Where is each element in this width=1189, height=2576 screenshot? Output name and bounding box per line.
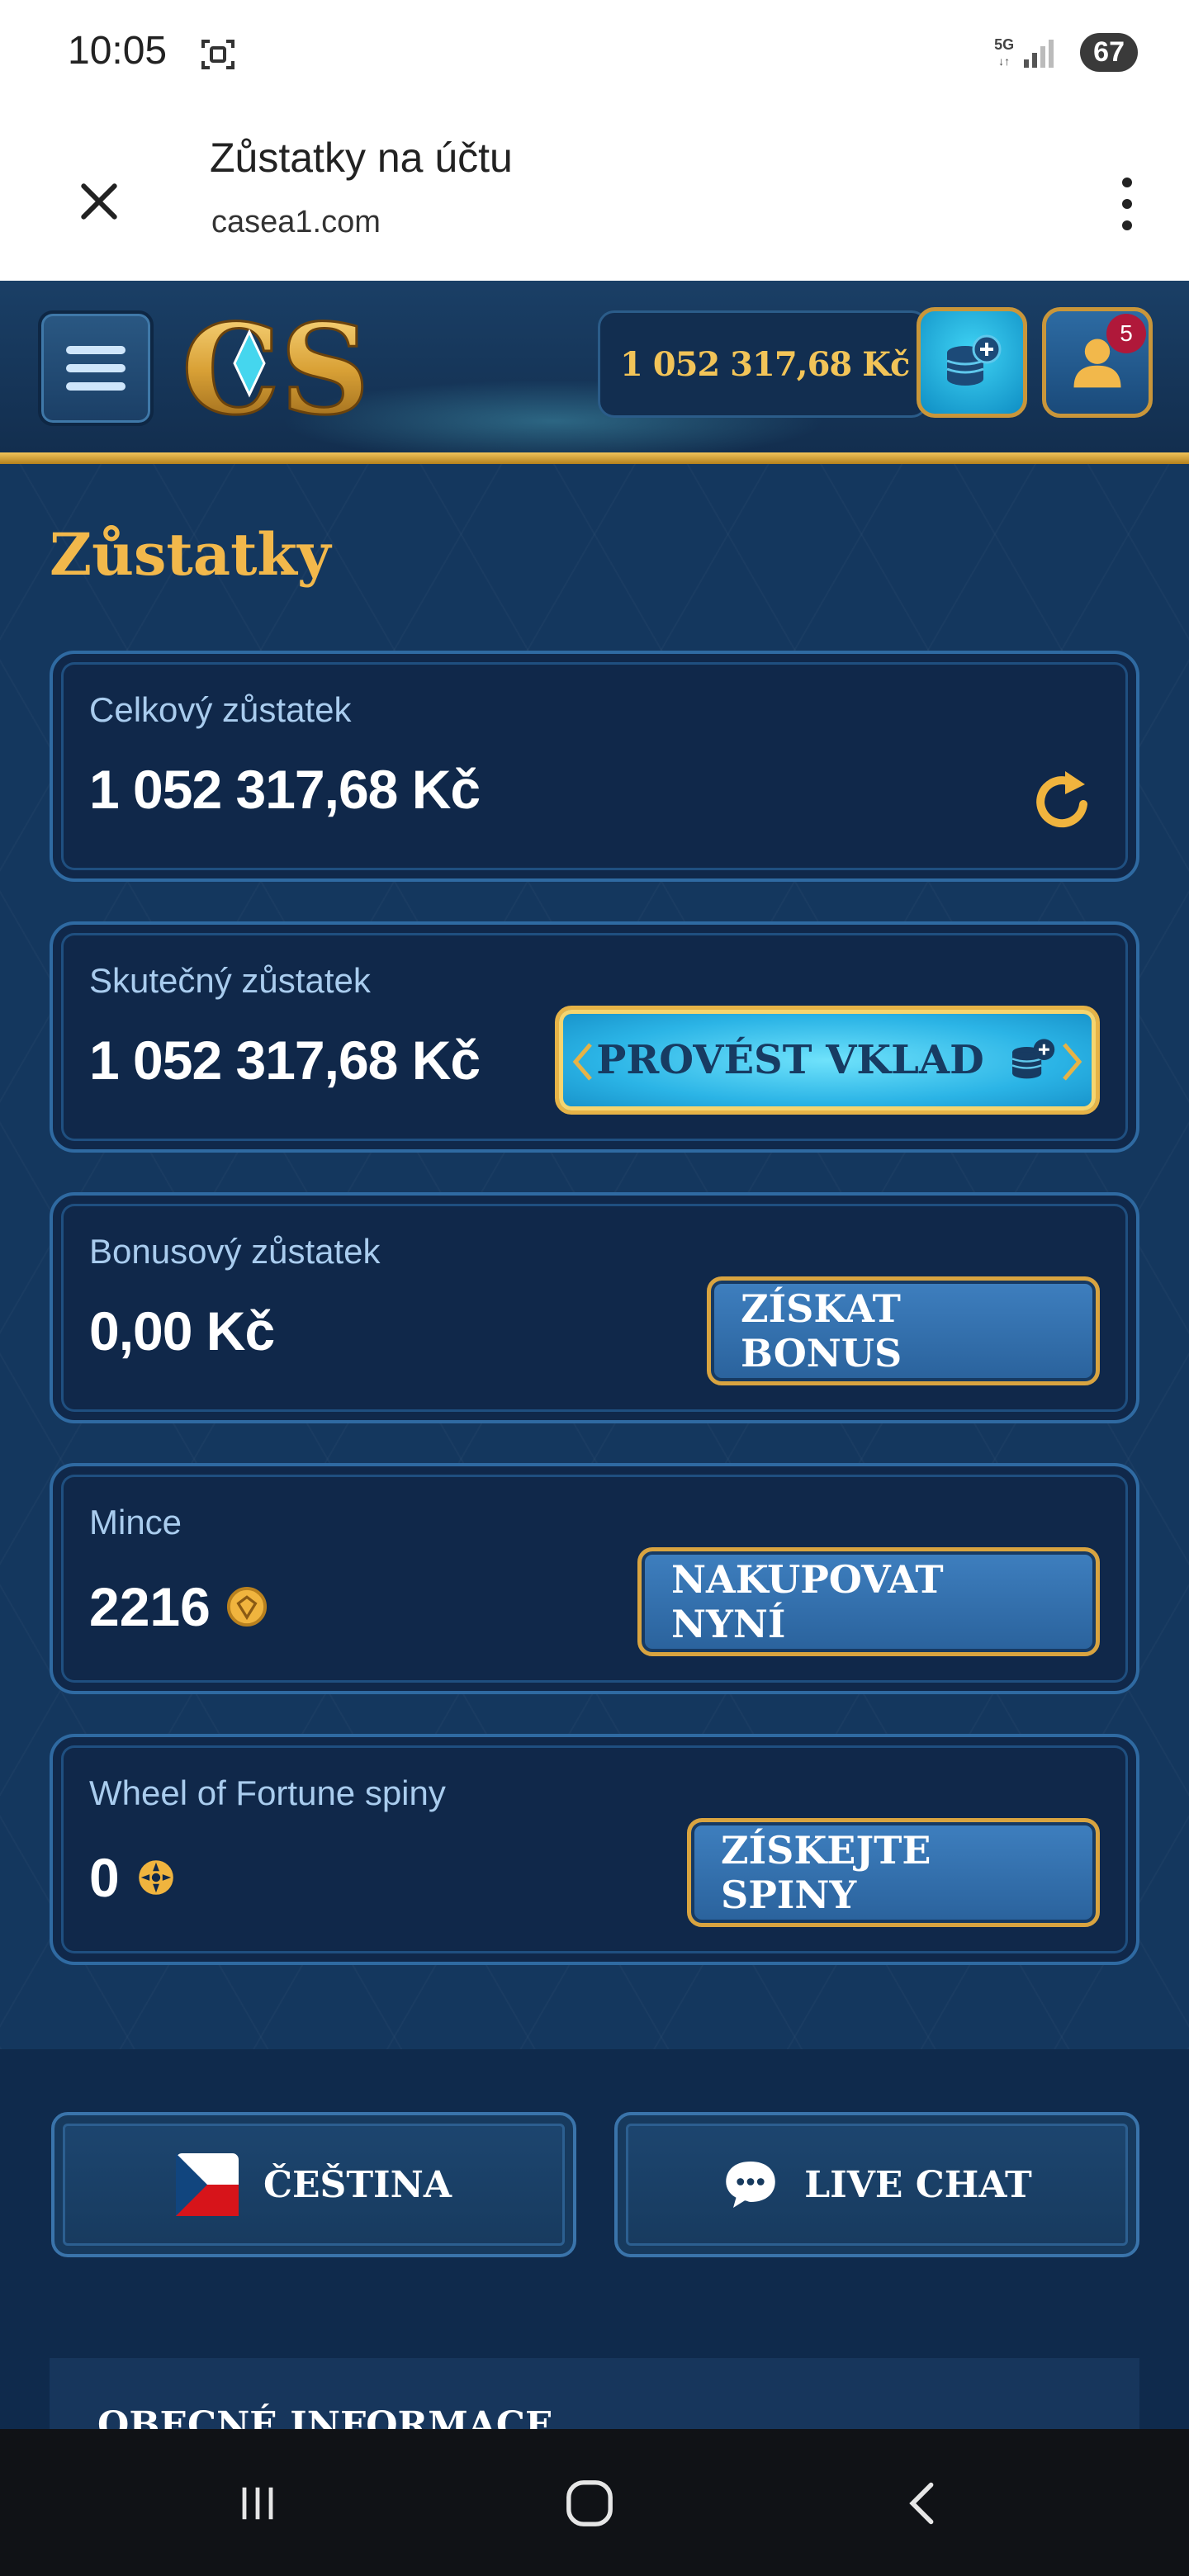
dot-icon bbox=[1122, 220, 1132, 230]
card-label: Wheel of Fortune spiny bbox=[89, 1773, 446, 1812]
coins-plus-icon bbox=[946, 334, 1002, 386]
live-chat-button[interactable]: LIVE CHAT bbox=[614, 2112, 1139, 2257]
real-balance-card: Skutečný zůstatek 1 052 317,68 Kč PROVÉS… bbox=[50, 921, 1139, 1153]
battery-indicator: 67 bbox=[1080, 33, 1138, 72]
language-button[interactable]: ČEŠTINA bbox=[51, 2112, 576, 2257]
header-balance[interactable]: 1 052 317,68 Kč bbox=[598, 310, 928, 418]
logo-graphic: CS bbox=[181, 296, 372, 444]
balances-section: Zůstatky Celkový zůstatek 1 052 317,68 K… bbox=[0, 464, 1189, 2049]
dot-icon bbox=[1122, 178, 1132, 187]
page-url: casea1.com bbox=[211, 205, 381, 239]
language-label: ČEŠTINA bbox=[263, 2163, 452, 2206]
card-label: Skutečný zůstatek bbox=[89, 961, 371, 1000]
card-value: 2216 bbox=[89, 1576, 211, 1637]
signal-icon bbox=[1024, 39, 1054, 68]
section-title: Zůstatky bbox=[50, 520, 331, 589]
close-icon bbox=[81, 183, 117, 220]
back-icon bbox=[909, 2482, 934, 2525]
card-label: Bonusový zůstatek bbox=[89, 1232, 381, 1271]
page-title: Zůstatky na účtu bbox=[210, 135, 513, 181]
card-label: Celkový zůstatek bbox=[89, 690, 352, 729]
menu-bar-icon bbox=[66, 382, 126, 391]
network-label: 5G bbox=[994, 36, 1015, 53]
logo-text: CS bbox=[182, 299, 370, 431]
status-bar: 10:05 5G ↓↑ 67 bbox=[0, 0, 1189, 109]
dot-icon bbox=[1122, 199, 1132, 209]
chat-bubble-icon bbox=[726, 2162, 775, 2208]
bonus-balance-card: Bonusový zůstatek 0,00 Kč ZÍSKAT BONUS bbox=[50, 1192, 1139, 1423]
total-balance-card: Celkový zůstatek 1 052 317,68 Kč bbox=[50, 651, 1139, 882]
more-options-button[interactable] bbox=[1098, 159, 1156, 249]
menu-bar-icon bbox=[66, 364, 126, 372]
header-balance-value: 1 052 317,68 Kč bbox=[620, 344, 910, 384]
wheel-icon bbox=[138, 1860, 173, 1895]
status-indicators: 5G ↓↑ 67 bbox=[994, 33, 1138, 72]
spins-value-row: 0 bbox=[89, 1846, 178, 1909]
site-logo[interactable]: CS bbox=[181, 296, 396, 444]
card-value: 1 052 317,68 Kč bbox=[89, 759, 481, 820]
status-time: 10:05 bbox=[68, 29, 168, 73]
close-button[interactable] bbox=[58, 160, 140, 243]
coin-icon bbox=[226, 1586, 267, 1627]
card-value: 1 052 317,68 Kč bbox=[89, 1030, 481, 1091]
chevron-left-icon bbox=[572, 1043, 592, 1081]
card-label: Mince bbox=[89, 1503, 182, 1541]
get-bonus-label: ZÍSKAT BONUS bbox=[741, 1286, 902, 1376]
screenshot-icon bbox=[201, 40, 234, 69]
refresh-icon[interactable] bbox=[1029, 768, 1095, 834]
recent-apps-icon bbox=[242, 2487, 273, 2520]
get-spins-label: ZÍSKEJTE SPINY bbox=[721, 1828, 931, 1917]
card-value: 0 bbox=[89, 1847, 120, 1908]
get-spins-button[interactable]: ZÍSKEJTE SPINY bbox=[687, 1818, 1100, 1927]
coins-value-row: 2216 bbox=[89, 1575, 268, 1638]
live-chat-label: LIVE CHAT bbox=[804, 2163, 1032, 2206]
get-bonus-button[interactable]: ZÍSKAT BONUS bbox=[707, 1276, 1100, 1385]
menu-bar-icon bbox=[66, 346, 126, 354]
home-button[interactable] bbox=[548, 2462, 631, 2545]
czech-flag-icon bbox=[175, 2153, 239, 2216]
chevron-right-icon bbox=[1063, 1043, 1082, 1081]
notification-badge: 5 bbox=[1106, 314, 1146, 353]
network-type-icon: 5G ↓↑ bbox=[994, 36, 1015, 68]
header-deposit-button[interactable] bbox=[917, 307, 1027, 418]
deposit-button-label: PROVÉST VKLAD bbox=[596, 1037, 984, 1083]
home-icon bbox=[566, 2480, 613, 2526]
browser-header: Zůstatky na účtu casea1.com bbox=[0, 109, 1189, 281]
site-footer: ČEŠTINA LIVE CHAT OBECNÉ INFORMACE bbox=[0, 2049, 1189, 2457]
card-value: 0,00 Kč bbox=[89, 1300, 275, 1361]
site-header: CS 1 052 317,68 Kč 5 bbox=[0, 281, 1189, 464]
recent-apps-button[interactable] bbox=[216, 2462, 299, 2545]
wheel-spins-card: Wheel of Fortune spiny 0 ZÍSKEJTE SPINY bbox=[50, 1734, 1139, 1965]
buy-now-button[interactable]: NAKUPOVAT NYNÍ bbox=[637, 1547, 1100, 1656]
buy-now-label: NAKUPOVAT NYNÍ bbox=[671, 1557, 944, 1646]
system-navigation-bar bbox=[0, 2429, 1189, 2576]
coins-card: Mince 2216 NAKUPOVAT NYNÍ bbox=[50, 1463, 1139, 1694]
back-button[interactable] bbox=[882, 2462, 964, 2545]
menu-button[interactable] bbox=[38, 310, 154, 426]
coins-plus-icon bbox=[1011, 1039, 1054, 1079]
deposit-button[interactable]: PROVÉST VKLAD bbox=[555, 1006, 1100, 1115]
